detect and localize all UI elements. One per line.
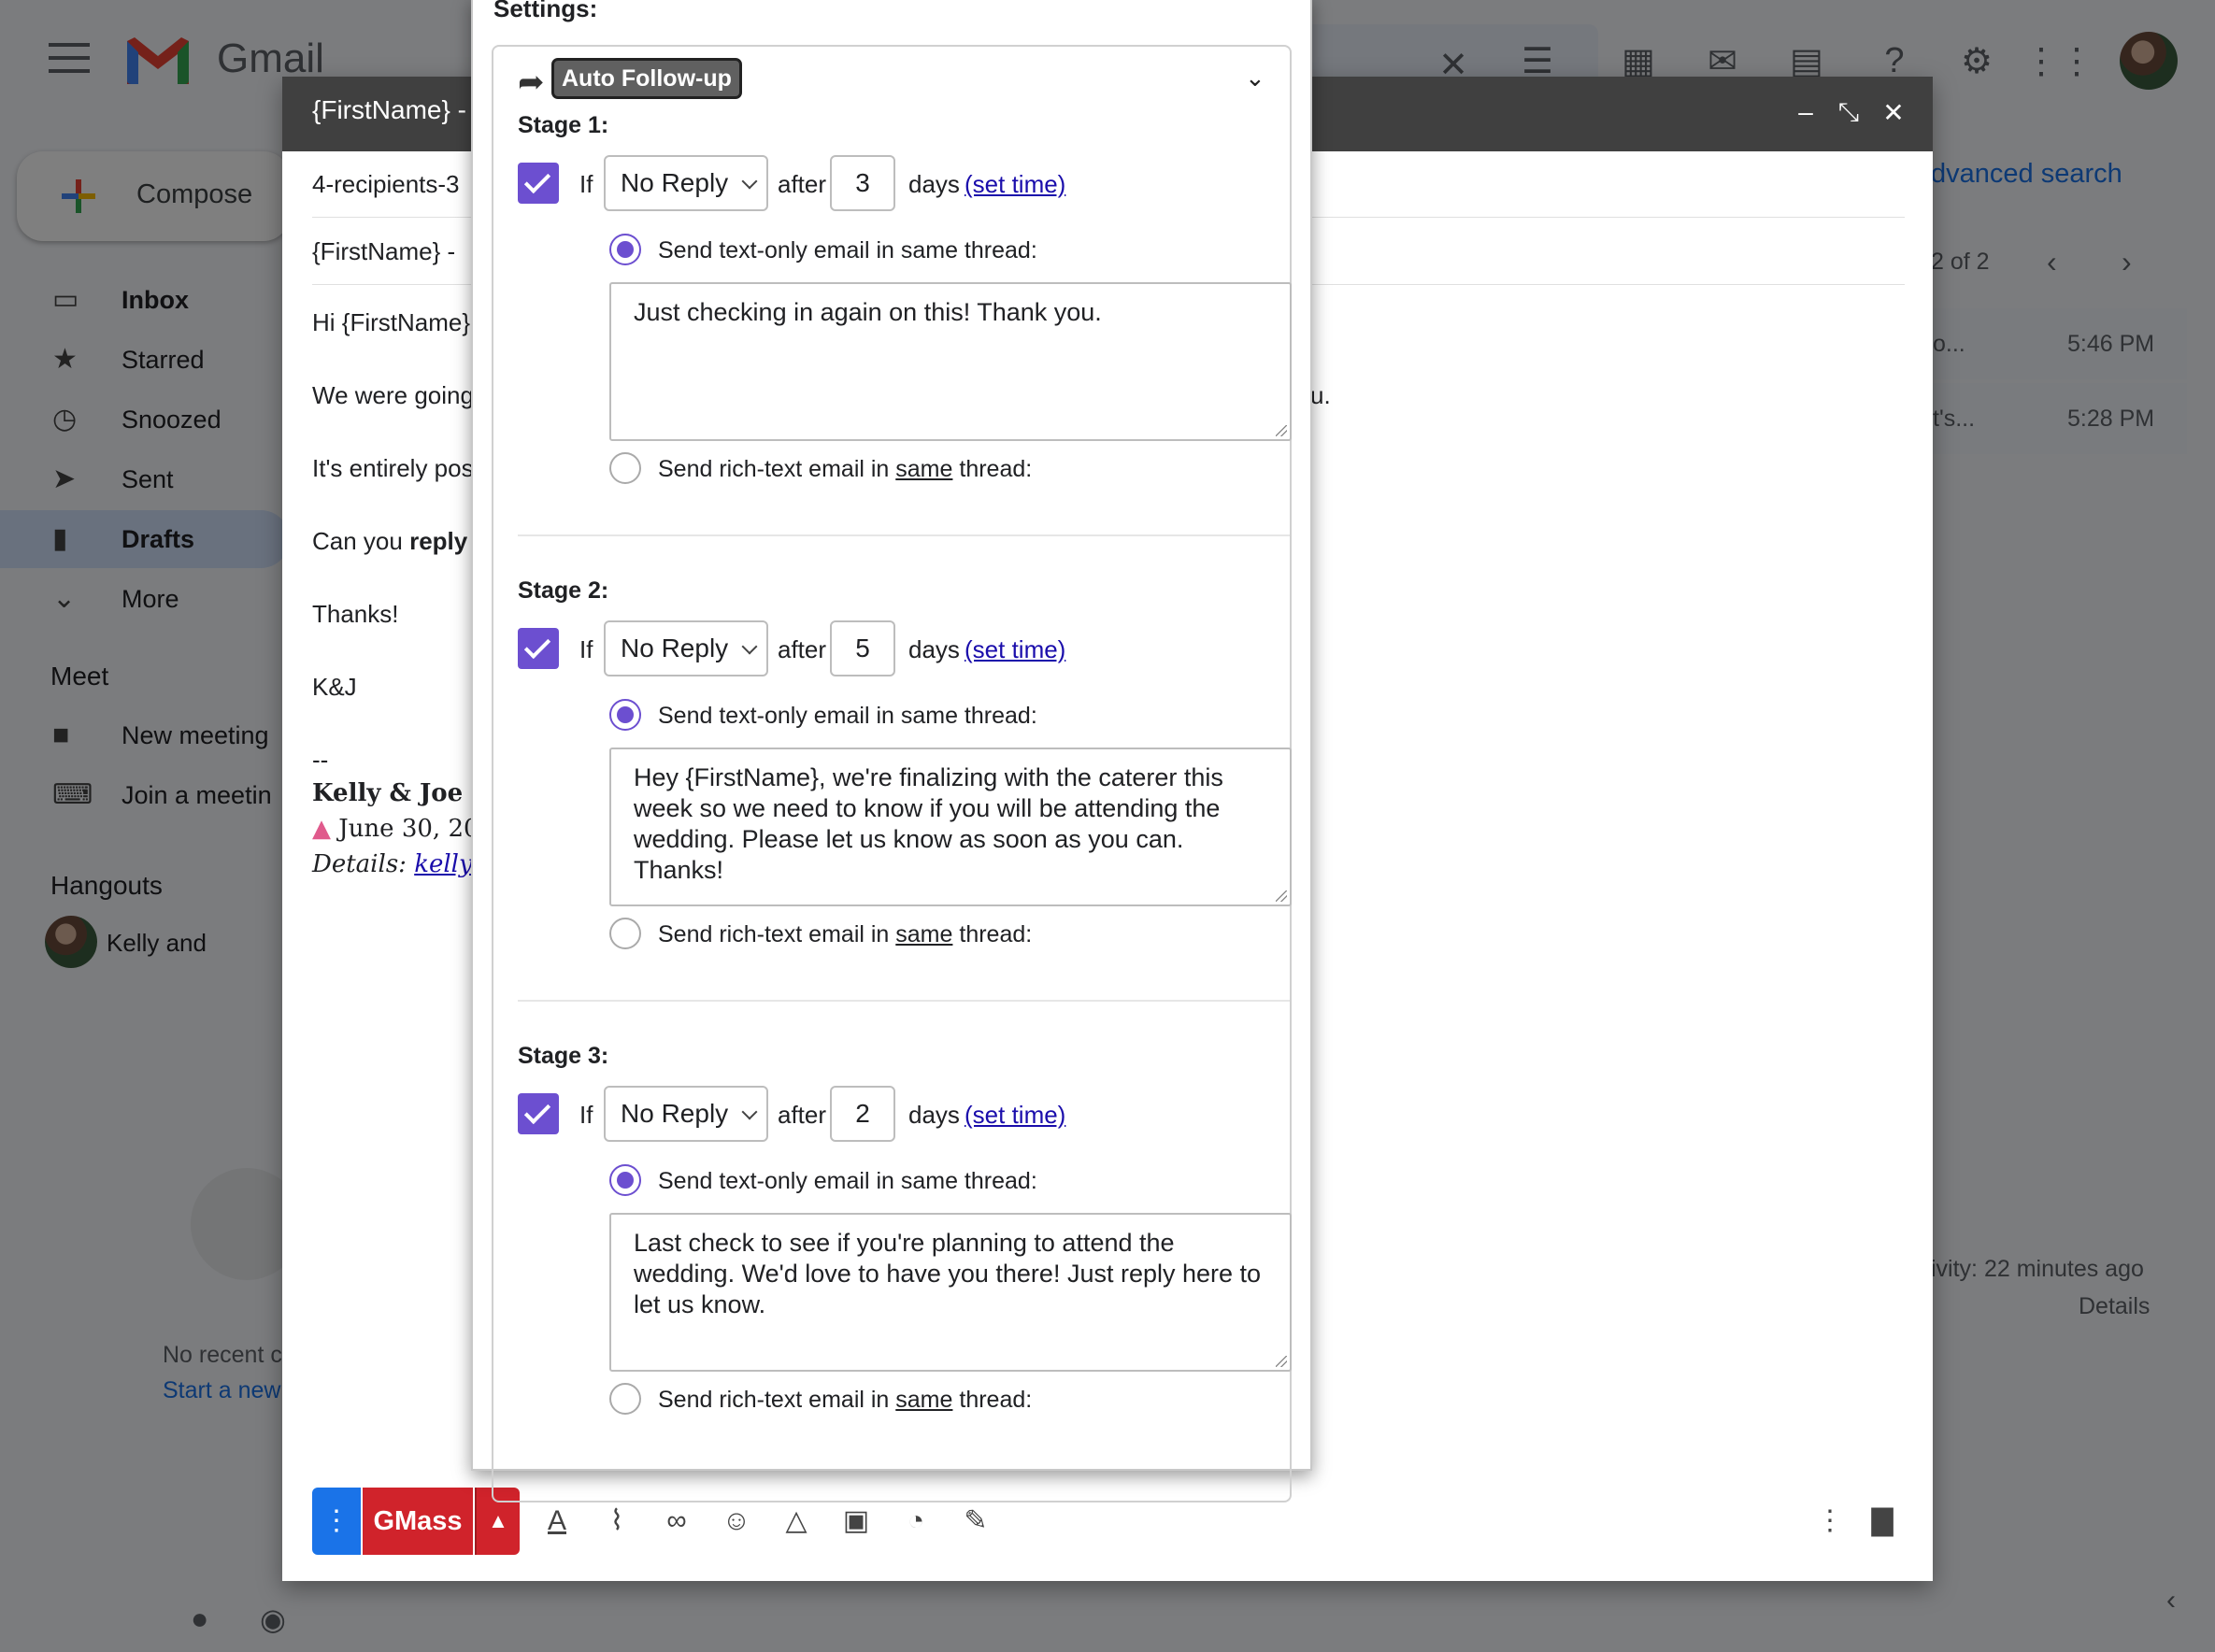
text-only-option-label: Send text-only email in same thread:	[658, 1168, 1037, 1194]
text-only-option-label: Send text-only email in same thread:	[658, 703, 1037, 729]
stage-1-set-time-link[interactable]: (set time)	[965, 170, 1065, 199]
emoji-icon[interactable]: ☺	[718, 1502, 755, 1540]
body-paragraph[interactable]: We were going	[312, 381, 474, 410]
stage-1-days-input[interactable]: 3	[830, 155, 895, 211]
rich-text-label-a: Send rich-text email in	[658, 456, 896, 482]
if-label: If	[579, 170, 593, 198]
stage-1-text-only-radio[interactable]	[609, 234, 641, 265]
stage-3-condition-select[interactable]: No Reply	[604, 1086, 768, 1142]
signature-date-text: June 30, 20	[338, 815, 479, 843]
auto-followup-label: Auto Follow-up	[551, 58, 742, 99]
stage-3-set-time-link[interactable]: (set time)	[965, 1101, 1065, 1130]
settings-heading: Settings:	[493, 0, 598, 22]
subject-field[interactable]: {FirstName} -	[312, 237, 455, 266]
close-icon[interactable]: ✕	[1875, 97, 1912, 128]
after-label: after	[778, 1101, 827, 1129]
rich-text-option-label: Send rich-text email in same thread:	[658, 456, 1032, 483]
stage-1-message-textarea[interactable]: Just checking in again on this! Thank yo…	[609, 282, 1292, 441]
more-options-icon[interactable]: ⋮	[1811, 1502, 1849, 1540]
body-paragraph-tail[interactable]: u.	[1310, 381, 1331, 410]
body-text: Can you	[312, 527, 410, 555]
link-icon[interactable]: ∞	[658, 1502, 695, 1540]
stage-1-condition-select[interactable]: No Reply	[604, 155, 768, 211]
if-label: If	[579, 635, 593, 663]
rich-text-label-a: Send rich-text email in	[658, 921, 896, 947]
signature-name: Kelly & Joe	[312, 779, 464, 807]
stage-3-label: Stage 3:	[518, 1043, 609, 1069]
stage-divider	[518, 534, 1290, 536]
gmass-settings-popup: Settings: ➦ Auto Follow-up ⌄ Stage 1: If…	[471, 0, 1312, 1502]
body-greeting[interactable]: Hi {FirstName}	[312, 308, 470, 337]
signature-icon[interactable]: ✎	[957, 1502, 994, 1540]
rich-text-label-b: thread:	[952, 921, 1033, 947]
body-paragraph[interactable]: It's entirely pos	[312, 454, 474, 483]
stage-3-message-textarea[interactable]: Last check to see if you're planning to …	[609, 1213, 1292, 1372]
signature-separator: --	[312, 746, 329, 774]
stage-2-days-input[interactable]: 5	[830, 620, 895, 676]
stage-2-set-time-link[interactable]: (set time)	[965, 635, 1065, 664]
stage-2-label: Stage 2:	[518, 577, 609, 604]
text-only-option-label: Send text-only email in same thread:	[658, 237, 1037, 263]
auto-followup-section: ➦ Auto Follow-up ⌄ Stage 1: If No Reply …	[492, 45, 1292, 1502]
attach-icon[interactable]: ⌇	[598, 1502, 636, 1540]
wedding-cake-icon: ▲	[312, 815, 339, 843]
stage-1-label: Stage 1:	[518, 112, 609, 138]
stage-3-rich-text-radio[interactable]	[609, 1383, 641, 1415]
rich-text-label-a: Send rich-text email in	[658, 1387, 896, 1413]
drive-icon[interactable]: △	[778, 1502, 815, 1540]
body-initials[interactable]: K&J	[312, 673, 357, 702]
rich-text-label-underlined: same	[895, 456, 953, 482]
stage-3-days-input[interactable]: 2	[830, 1086, 895, 1142]
days-label: days	[908, 635, 960, 663]
rich-text-label-underlined: same	[895, 921, 953, 947]
signature-details: Details: kellya	[312, 850, 487, 878]
trash-icon[interactable]: ▇	[1864, 1502, 1901, 1540]
rich-text-label-b: thread:	[952, 1387, 1033, 1413]
photo-icon[interactable]: ▣	[837, 1502, 875, 1540]
rich-text-option-label: Send rich-text email in same thread:	[658, 921, 1032, 948]
after-label: after	[778, 170, 827, 198]
recipients-field[interactable]: 4-recipients-3	[312, 170, 460, 199]
rich-text-option-label: Send rich-text email in same thread:	[658, 1387, 1032, 1414]
body-thanks[interactable]: Thanks!	[312, 600, 399, 629]
body-paragraph[interactable]: Can you reply	[312, 527, 467, 556]
rich-text-label-underlined: same	[895, 1387, 953, 1413]
gmass-send-button[interactable]: GMass	[363, 1488, 473, 1555]
stage-2-text-only-radio[interactable]	[609, 699, 641, 731]
stage-2-checkbox[interactable]	[518, 628, 559, 669]
body-bold-text: reply	[409, 527, 468, 555]
stage-3-text-only-radio[interactable]	[609, 1164, 641, 1196]
collapse-chevron-icon[interactable]: ⌄	[1245, 64, 1265, 93]
gmass-options-button[interactable]: ⋮	[312, 1488, 361, 1555]
forward-arrow-icon: ➦	[518, 64, 545, 100]
stage-1-rich-text-radio[interactable]	[609, 452, 641, 484]
stage-1-checkbox[interactable]	[518, 163, 559, 204]
exit-fullscreen-icon[interactable]: ⤡	[1830, 97, 1867, 128]
stage-divider	[518, 1000, 1290, 1002]
confidential-mode-icon[interactable]: ◔	[897, 1502, 935, 1540]
minimize-icon[interactable]: –	[1787, 97, 1824, 127]
stage-2-condition-select[interactable]: No Reply	[604, 620, 768, 676]
compose-title: {FirstName} -	[312, 95, 466, 124]
after-label: after	[778, 635, 827, 663]
stage-2-message-textarea[interactable]: Hey {FirstName}, we're finalizing with t…	[609, 748, 1292, 906]
stage-2-rich-text-radio[interactable]	[609, 918, 641, 949]
rich-text-label-b: thread:	[952, 456, 1033, 482]
formatting-icon[interactable]: A	[538, 1502, 576, 1540]
signature-date: ▲ June 30, 20	[312, 815, 479, 843]
if-label: If	[579, 1101, 593, 1129]
stage-3-checkbox[interactable]	[518, 1093, 559, 1134]
days-label: days	[908, 1101, 960, 1129]
signature-details-label: Details:	[312, 850, 407, 878]
days-label: days	[908, 170, 960, 198]
